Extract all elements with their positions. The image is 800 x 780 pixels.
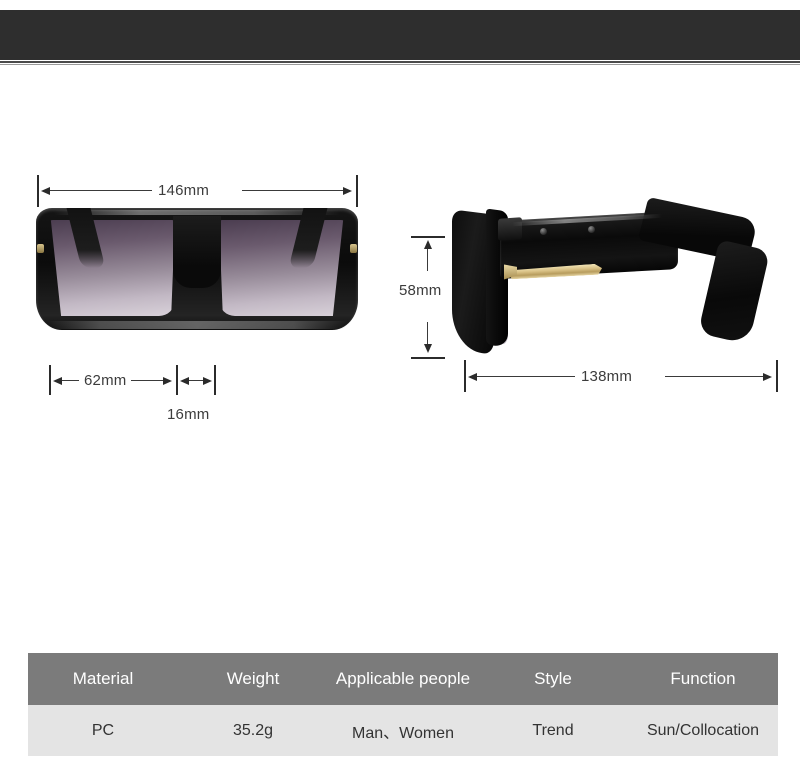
dim-62mm-line-right <box>131 380 167 381</box>
temple-tip <box>697 239 771 345</box>
front-frame <box>36 208 358 330</box>
dim-58mm-line-top <box>427 247 428 271</box>
dim-62mm-label: 62mm <box>84 372 127 389</box>
nose-bridge <box>173 216 221 288</box>
table-header-style: Style <box>478 653 628 705</box>
cell-material: PC <box>28 705 178 756</box>
dim-138mm-tick-left <box>464 360 466 392</box>
dim-62mm-tick-right <box>176 365 178 395</box>
table-header-applicable-people: Applicable people <box>328 653 478 705</box>
dim-138mm-line-left <box>475 376 575 377</box>
dim-146mm-line-left <box>48 190 152 191</box>
dim-138mm-label: 138mm <box>581 368 633 385</box>
dim-138mm-tick-right <box>776 360 778 392</box>
dim-16mm-arrowhead-right <box>203 377 212 385</box>
dim-58mm-label: 58mm <box>399 282 442 299</box>
front-frame-highlight <box>54 210 340 215</box>
table-header-function: Function <box>628 653 778 705</box>
hinge-block <box>498 217 522 241</box>
dim-16mm-label: 16mm <box>167 406 210 423</box>
dim-146mm-arrowhead-left <box>41 187 50 195</box>
left-hinge-accent <box>37 244 44 253</box>
dim-16mm-tick-right <box>214 365 216 395</box>
cell-weight: 35.2g <box>178 705 328 756</box>
dim-138mm-line-right <box>665 376 766 377</box>
hinge-screw-1 <box>540 228 547 235</box>
dim-58mm-arrowhead-bottom <box>424 344 432 353</box>
dim-58mm-arrowhead-top <box>424 240 432 249</box>
dim-62mm-tick-left <box>49 365 51 395</box>
top-banner <box>0 10 800 60</box>
right-lens <box>219 220 344 316</box>
dim-138mm-arrowhead-right <box>763 373 772 381</box>
dim-62mm-arrowhead-left <box>53 377 62 385</box>
dim-138mm-arrowhead-left <box>468 373 477 381</box>
product-dimension-area: 146mm 62mm 16mm 58mm 138mm <box>0 70 800 640</box>
dim-146mm-tick-right <box>356 175 358 207</box>
top-banner-underline-light <box>0 64 800 65</box>
dim-62mm-arrowhead-right <box>163 377 172 385</box>
cell-style: Trend <box>478 705 628 756</box>
top-banner-underline <box>0 61 800 63</box>
table-header-weight: Weight <box>178 653 328 705</box>
specification-table: Material Weight Applicable people Style … <box>28 653 778 756</box>
dim-16mm-arrowhead-left <box>180 377 189 385</box>
left-lens <box>50 220 175 316</box>
dim-58mm-tick-top <box>411 236 445 238</box>
dim-58mm-line-bottom <box>427 322 428 346</box>
dim-62mm-line-left <box>59 380 79 381</box>
dim-146mm-tick-left <box>37 175 39 207</box>
table-header-material: Material <box>28 653 178 705</box>
table-row: PC 35.2g Man、Women Trend Sun/Collocation <box>28 705 778 756</box>
sunglasses-side-view <box>452 197 780 360</box>
hinge-screw-2 <box>588 226 595 233</box>
table-header-row: Material Weight Applicable people Style … <box>28 653 778 705</box>
dim-146mm-arrowhead-right <box>343 187 352 195</box>
sunglasses-front-view <box>36 208 358 336</box>
cell-function: Sun/Collocation <box>628 705 778 756</box>
dim-146mm-line-right <box>242 190 346 191</box>
dim-58mm-tick-bottom <box>411 357 445 359</box>
front-frame-bottom-edge <box>46 321 348 329</box>
right-hinge-accent <box>350 244 357 253</box>
dim-146mm-label: 146mm <box>158 182 210 199</box>
cell-applicable-people: Man、Women <box>328 705 478 756</box>
